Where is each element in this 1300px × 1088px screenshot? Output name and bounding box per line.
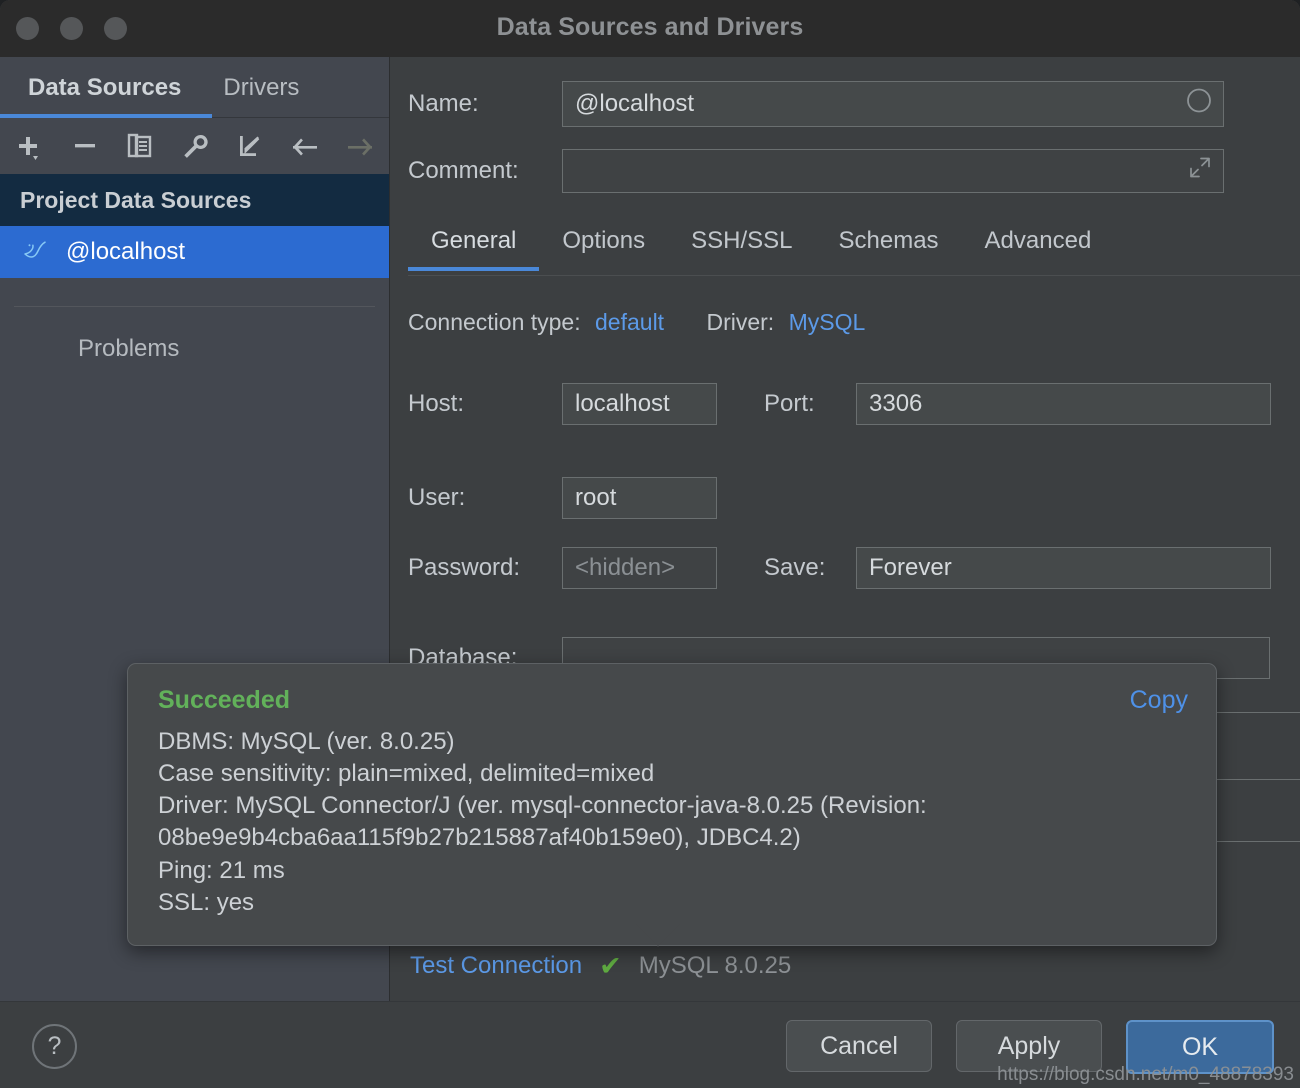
window-title: Data Sources and Drivers: [496, 13, 804, 41]
cancel-button[interactable]: Cancel: [786, 1020, 932, 1072]
add-data-source-button[interactable]: [14, 130, 46, 162]
popup-pointer: [636, 924, 680, 946]
sidebar-toolbar: [0, 118, 389, 174]
host-input[interactable]: localhost: [562, 383, 717, 425]
comment-input[interactable]: [562, 149, 1224, 193]
user-label: User:: [408, 484, 466, 511]
driver-label: Driver:: [706, 309, 775, 335]
db-version-label: MySQL 8.0.25: [638, 952, 792, 979]
password-input[interactable]: <hidden>: [562, 547, 717, 589]
test-connection-link[interactable]: Test Connection: [410, 952, 582, 980]
password-label: Password:: [408, 554, 521, 581]
popup-line-ssl: SSL: yes: [158, 888, 255, 916]
save-label: Save:: [764, 554, 826, 581]
content-tabs: General Options SSH/SSL Schemas Advanced: [408, 219, 1288, 271]
navigate-forward-arrow-icon[interactable]: [344, 130, 376, 162]
popup-line-case-sensitivity: Case sensitivity: plain=mixed, delimited…: [158, 760, 655, 788]
popup-line-ping: Ping: 21 ms: [158, 856, 285, 884]
connection-result-popup: Succeeded Copy DBMS: MySQL (ver. 8.0.25)…: [127, 663, 1217, 946]
port-input-value: 3306: [869, 390, 923, 417]
tab-drivers[interactable]: Drivers: [211, 74, 311, 102]
connection-info-row: Connection type: default Driver: MySQL: [408, 309, 865, 336]
driver-value[interactable]: MySQL: [789, 309, 866, 335]
check-icon: ✔: [599, 950, 622, 981]
name-label: Name:: [408, 90, 479, 117]
save-select[interactable]: Forever: [856, 547, 1271, 589]
name-input-value: @localhost: [575, 90, 695, 117]
host-label: Host:: [408, 390, 465, 417]
password-placeholder: <hidden>: [575, 554, 676, 581]
tab-advanced[interactable]: Advanced: [962, 219, 1115, 271]
popup-line-dbms: DBMS: MySQL (ver. 8.0.25): [158, 728, 455, 755]
content-tabs-divider: [408, 275, 1300, 276]
sidebar-item-label: @localhost: [66, 238, 186, 265]
host-input-value: localhost: [575, 390, 670, 417]
sidebar-divider: [14, 306, 375, 307]
mysql-dolphin-icon: [22, 236, 52, 269]
comment-label: Comment:: [408, 157, 519, 184]
duplicate-data-source-button[interactable]: [124, 130, 156, 162]
name-row: Name: @localhost: [408, 81, 1224, 127]
circle-icon[interactable]: [1185, 87, 1213, 122]
password-save-row: Password: <hidden> Save: Forever: [408, 547, 1271, 589]
name-input[interactable]: @localhost: [562, 81, 1224, 127]
sidebar-group-header: Project Data Sources: [0, 174, 389, 226]
test-connection-row: Test Connection ✔ MySQL 8.0.25: [410, 952, 791, 980]
sidebar-item-localhost[interactable]: @localhost: [0, 226, 389, 278]
import-data-source-icon[interactable]: [234, 130, 266, 162]
popup-line-driver: Driver: MySQL Connector/J (ver. mysql-co…: [158, 792, 934, 852]
port-input[interactable]: 3306: [856, 383, 1271, 425]
popup-header: Succeeded Copy: [158, 686, 1188, 715]
popup-details: DBMS: MySQL (ver. 8.0.25) Case sensitivi…: [158, 726, 1188, 919]
host-port-row: Host: localhost Port: 3306: [408, 383, 1271, 425]
properties-wrench-icon[interactable]: [179, 130, 211, 162]
user-input-value: root: [575, 484, 617, 511]
tab-general[interactable]: General: [408, 219, 540, 271]
user-row: User: root: [408, 477, 717, 519]
remove-data-source-button[interactable]: [69, 130, 101, 162]
sidebar-item-problems[interactable]: Problems: [0, 335, 389, 363]
tab-ssh-ssl[interactable]: SSH/SSL: [668, 219, 815, 271]
tab-options[interactable]: Options: [539, 219, 668, 271]
comment-row: Comment:: [408, 149, 1224, 193]
save-select-value: Forever: [869, 554, 952, 581]
expand-icon[interactable]: [1187, 155, 1213, 188]
dialog-window: Data Sources and Drivers Data Sources Dr…: [0, 0, 1300, 1088]
sidebar-active-tab-indicator: [0, 114, 212, 118]
sidebar-tabs: Data Sources Drivers: [0, 57, 389, 118]
watermark: https://blog.csdn.net/m0_48878393: [997, 1064, 1294, 1085]
port-label: Port:: [764, 390, 815, 417]
copy-button[interactable]: Copy: [1130, 686, 1188, 715]
title-bar: Data Sources and Drivers: [0, 0, 1300, 58]
help-button[interactable]: ?: [32, 1024, 77, 1069]
navigate-back-arrow-icon[interactable]: [289, 130, 321, 162]
tab-schemas[interactable]: Schemas: [816, 219, 962, 271]
user-input[interactable]: root: [562, 477, 717, 519]
connection-type-label: Connection type:: [408, 309, 581, 335]
connection-type-value[interactable]: default: [595, 309, 664, 335]
tab-data-sources[interactable]: Data Sources: [16, 74, 193, 102]
status-badge: Succeeded: [158, 686, 291, 714]
